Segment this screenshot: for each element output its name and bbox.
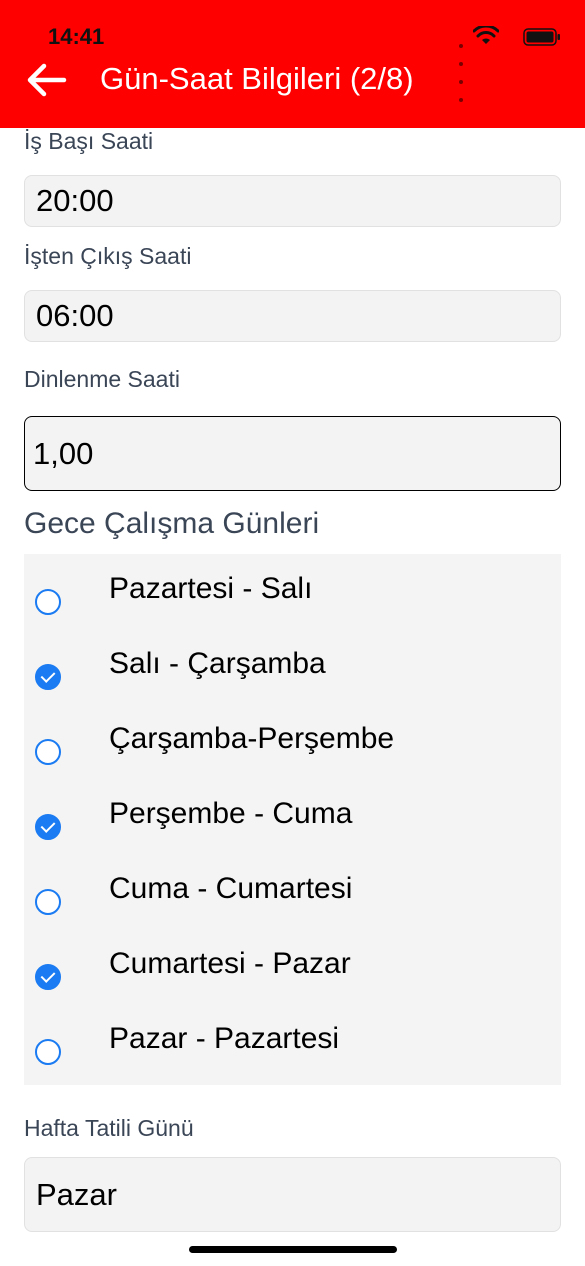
radio-checked-icon[interactable] xyxy=(35,964,61,990)
weekend-label: Hafta Tatili Günü xyxy=(24,1115,194,1141)
night-day-label: Perşembe - Cuma xyxy=(109,797,353,830)
night-day-item[interactable]: Cuma - Cumartesi xyxy=(24,854,561,929)
start-time-field[interactable]: 20:00 xyxy=(24,175,561,227)
night-day-label: Pazar - Pazartesi xyxy=(109,1022,340,1055)
battery-icon xyxy=(523,28,560,46)
rest-time-field[interactable]: 1,00 xyxy=(24,416,561,491)
night-day-label: Pazartesi - Salı xyxy=(109,572,313,605)
end-time-label: İşten Çıkış Saati xyxy=(24,243,192,269)
start-time-label: İş Başı Saati xyxy=(24,128,154,154)
night-day-item[interactable]: Cumartesi - Pazar xyxy=(24,929,561,1004)
home-indicator[interactable] xyxy=(189,1246,397,1253)
night-days-list: Pazartesi - Salı Salı - Çarşamba Çarşamb… xyxy=(24,554,561,1085)
form-content[interactable]: İş Başı Saati 20:00 İşten Çıkış Saati 06… xyxy=(0,128,585,1266)
back-arrow-icon[interactable] xyxy=(24,60,70,100)
app-header: 14:41 Gün-Saat Bilgileri (2/8) xyxy=(0,0,585,128)
night-day-label: Çarşamba-Perşembe xyxy=(109,722,395,755)
night-day-item[interactable]: Çarşamba-Perşembe xyxy=(24,704,561,779)
night-days-title: Gece Çalışma Günleri xyxy=(24,507,320,540)
night-day-item[interactable]: Pazar - Pazartesi xyxy=(24,1004,561,1079)
radio-unchecked-icon[interactable] xyxy=(35,1039,61,1065)
rest-time-label: Dinlenme Saati xyxy=(24,366,180,392)
night-day-label: Salı - Çarşamba xyxy=(109,647,326,680)
night-day-item[interactable]: Perşembe - Cuma xyxy=(24,779,561,854)
signal-dots-icon xyxy=(456,35,463,107)
radio-checked-icon[interactable] xyxy=(35,814,61,840)
radio-unchecked-icon[interactable] xyxy=(35,739,61,765)
weekend-select[interactable]: Pazar xyxy=(24,1157,561,1232)
night-day-item[interactable]: Pazartesi - Salı xyxy=(24,554,561,629)
radio-checked-icon[interactable] xyxy=(35,664,61,690)
radio-unchecked-icon[interactable] xyxy=(35,889,61,915)
night-day-label: Cuma - Cumartesi xyxy=(109,872,353,905)
page-title: Gün-Saat Bilgileri (2/8) xyxy=(100,61,414,96)
end-time-field[interactable]: 06:00 xyxy=(24,290,561,342)
wifi-icon xyxy=(473,26,499,44)
radio-unchecked-icon[interactable] xyxy=(35,589,61,615)
night-day-item[interactable]: Salı - Çarşamba xyxy=(24,629,561,704)
night-day-label: Cumartesi - Pazar xyxy=(109,947,351,980)
status-time: 14:41 xyxy=(48,24,105,49)
